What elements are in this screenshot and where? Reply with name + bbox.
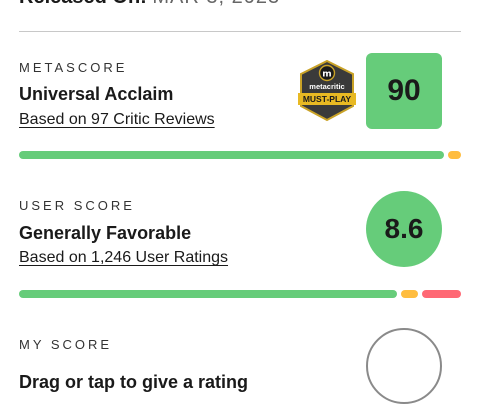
critic-reviews-link[interactable]: Based on 97 Critic Reviews xyxy=(19,111,215,129)
user-negative-segment xyxy=(421,290,461,298)
my-score-section-label: MY SCORE xyxy=(19,337,113,352)
svg-text:m: m xyxy=(322,70,331,80)
critic-positive-segment xyxy=(19,151,444,159)
top-divider xyxy=(19,31,461,32)
my-score-rating-dial[interactable] xyxy=(366,328,442,404)
user-ratings-link[interactable]: Based on 1,246 User Ratings xyxy=(19,249,228,267)
badge-label: MUST-PLAY xyxy=(303,94,352,104)
metascore-box: 90 xyxy=(366,53,442,129)
user-positive-segment xyxy=(19,290,397,298)
user-score-section-label: USER SCORE xyxy=(19,198,135,213)
badge-brand: metacritic xyxy=(309,82,344,91)
user-score-circle: 8.6 xyxy=(366,191,442,267)
critic-score-distribution-bar xyxy=(19,151,461,159)
user-mixed-segment xyxy=(400,290,418,298)
release-date-label: Released On: xyxy=(19,0,147,8)
score-panel: Released On: MAR 3, 2023 METASCORE Unive… xyxy=(0,0,480,410)
must-play-badge: m metacritic MUST-PLAY xyxy=(298,60,356,122)
release-date-line: Released On: MAR 3, 2023 xyxy=(19,0,280,8)
metacritic-logo-icon: m xyxy=(318,64,336,82)
critic-mixed-segment xyxy=(447,151,461,159)
metascore-section-label: METASCORE xyxy=(19,60,128,75)
metascore-verdict: Universal Acclaim xyxy=(19,84,174,104)
my-score-prompt: Drag or tap to give a rating xyxy=(19,372,249,392)
user-score-distribution-bar xyxy=(19,290,461,298)
release-date-value: MAR 3, 2023 xyxy=(152,0,280,8)
user-score-verdict: Generally Favorable xyxy=(19,223,192,243)
